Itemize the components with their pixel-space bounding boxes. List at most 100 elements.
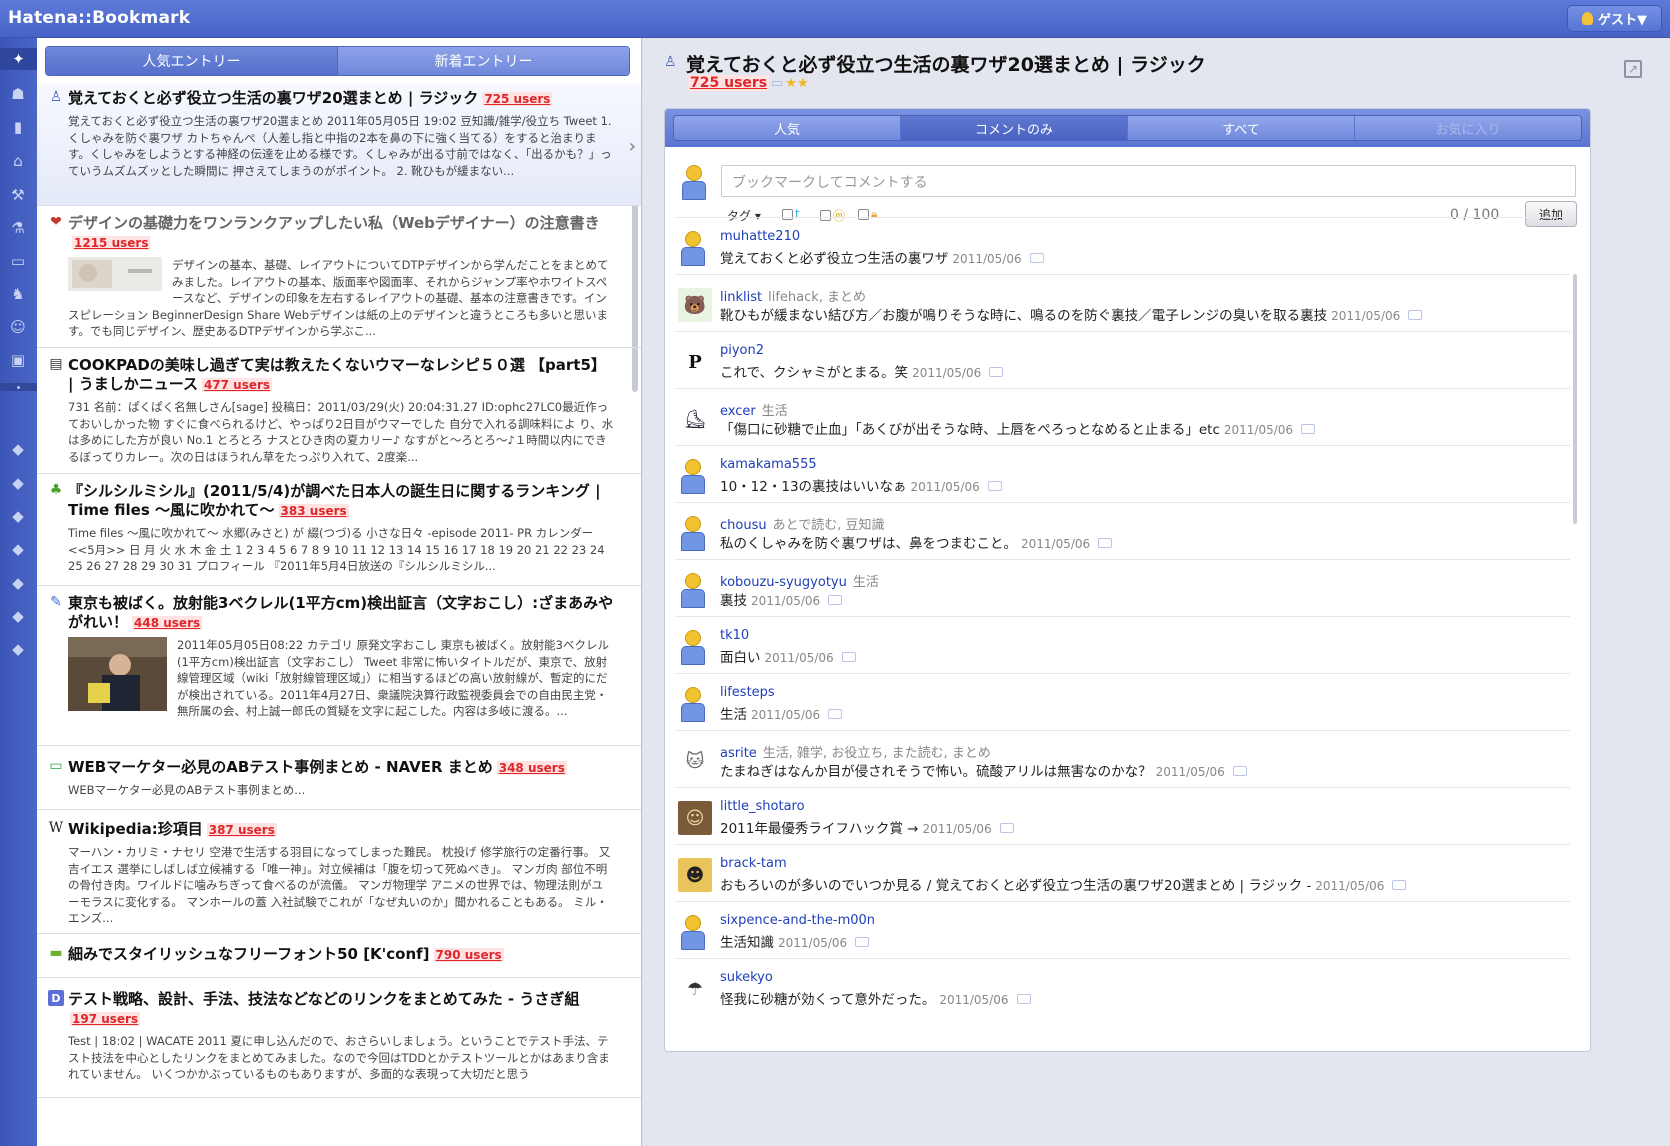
- entry-title[interactable]: 細みでスタイリッシュなフリーフォント50 [K'conf] 790 users: [68, 945, 614, 965]
- avatar[interactable]: [678, 915, 706, 950]
- avatar[interactable]: 🐱: [678, 744, 712, 778]
- list-item[interactable]: ♣ 『シルシルミシル』(2011/5/4)が調べた日本人の誕生日に関するランキン…: [37, 474, 641, 586]
- comment-input[interactable]: ブックマークしてコメントする: [721, 165, 1576, 197]
- app-title[interactable]: Hatena::Bookmark: [8, 8, 190, 28]
- list-item[interactable]: W Wikipedia:珍項目 387 users マーハン・カリミ・ナセリ 空港…: [37, 810, 641, 934]
- users-count-link[interactable]: 387 users: [206, 823, 277, 837]
- add-star-icon[interactable]: [1016, 994, 1031, 1004]
- comment-date[interactable]: 2011/05/06: [751, 708, 820, 722]
- comment-tags[interactable]: 生活: [762, 404, 788, 419]
- avatar[interactable]: ☻: [678, 858, 712, 892]
- add-star-icon[interactable]: [989, 367, 1004, 377]
- list-item[interactable]: ▭ WEBマーケター必見のABテスト事例まとめ - NAVER まとめ 348 u…: [37, 746, 641, 810]
- avatar[interactable]: P: [678, 345, 712, 379]
- avatar[interactable]: ☺: [678, 801, 712, 835]
- comment-date[interactable]: 2011/05/06: [1021, 537, 1090, 551]
- tools-icon[interactable]: ⚒: [7, 184, 29, 206]
- smile-icon[interactable]: ☺: [7, 316, 29, 338]
- users-count-link[interactable]: 448 users: [132, 616, 203, 630]
- users-count-link[interactable]: 477 users: [201, 378, 273, 392]
- add-star-icon[interactable]: [1301, 424, 1316, 434]
- tag-icon[interactable]: ◆: [7, 572, 29, 594]
- tag-icon[interactable]: ◆: [7, 505, 29, 527]
- tab-popular-comments[interactable]: 人気: [674, 116, 901, 140]
- guest-menu-button[interactable]: ゲスト▼: [1567, 5, 1662, 32]
- add-star-icon[interactable]: ▭: [771, 76, 783, 91]
- add-star-icon[interactable]: [1098, 538, 1113, 548]
- username-link[interactable]: asrite: [720, 746, 757, 761]
- comment-date[interactable]: 2011/05/06: [922, 822, 991, 836]
- users-count-link[interactable]: 725 users: [688, 75, 770, 91]
- users-count-link[interactable]: 1215 users: [72, 236, 151, 250]
- star-rating[interactable]: ▭ ★★: [771, 76, 809, 91]
- comment-tags[interactable]: 生活: [853, 575, 879, 590]
- avatar[interactable]: [678, 231, 706, 266]
- entry-title[interactable]: Wikipedia:珍項目 387 users: [68, 820, 614, 840]
- tab-comments-only[interactable]: コメントのみ: [901, 116, 1128, 140]
- users-count-link[interactable]: 197 users: [70, 1012, 141, 1026]
- add-star-icon[interactable]: [999, 823, 1014, 833]
- avatar[interactable]: ☂: [678, 972, 712, 1006]
- username-link[interactable]: kamakama555: [720, 457, 817, 472]
- add-star-icon[interactable]: [828, 595, 843, 605]
- list-item[interactable]: ❤ デザインの基礎力をワンランクアップしたい私（Webデザイナー）の注意書き 12…: [37, 206, 641, 348]
- tag-icon[interactable]: ◆: [7, 605, 29, 627]
- entry-title[interactable]: 覚えておくと必ず役立つ生活の裏ワザ20選まとめ | ラジック 725 users: [68, 89, 614, 109]
- add-star-icon[interactable]: [828, 709, 843, 719]
- entry-title[interactable]: テスト戦略、設計、手法、技法などなどのリンクをまとめてみた - うさぎ組 197 …: [68, 990, 614, 1029]
- entry-title[interactable]: 東京も被ばく。放射能3ベクレル(1平方cm)検出証言（文字おこし）:ざまあみやが…: [68, 594, 614, 633]
- tag-icon[interactable]: ◆: [7, 538, 29, 560]
- comment-date[interactable]: 2011/05/06: [751, 594, 820, 608]
- home-icon[interactable]: ⌂: [7, 150, 29, 172]
- avatar[interactable]: ⛸: [678, 402, 712, 436]
- add-star-icon[interactable]: [1392, 880, 1407, 890]
- add-star-icon[interactable]: [1029, 253, 1044, 263]
- username-link[interactable]: piyon2: [720, 343, 764, 358]
- username-link[interactable]: sukekyo: [720, 970, 773, 985]
- avatar[interactable]: [678, 687, 706, 722]
- list-item[interactable]: ▬ 細みでスタイリッシュなフリーフォント50 [K'conf] 790 users: [37, 934, 641, 978]
- users-count-link[interactable]: 790 users: [433, 948, 504, 962]
- comment-date[interactable]: 2011/05/06: [1315, 879, 1384, 893]
- comment-date[interactable]: 2011/05/06: [1156, 765, 1225, 779]
- tab-favorites[interactable]: お気に入り: [1355, 116, 1581, 140]
- hot-entries-icon[interactable]: ✦: [0, 48, 37, 70]
- tab-all[interactable]: すべて: [1128, 116, 1355, 140]
- community-icon[interactable]: ☗: [7, 83, 29, 105]
- detail-title[interactable]: 覚えておくと必ず役立つ生活の裏ワザ20選まとめ | ラジック: [686, 50, 1206, 77]
- computer-icon[interactable]: ▭: [7, 250, 29, 272]
- add-star-icon[interactable]: [841, 652, 856, 662]
- users-count-link[interactable]: 348 users: [496, 761, 567, 775]
- username-link[interactable]: little_shotaro: [720, 799, 805, 814]
- users-count-link[interactable]: 383 users: [278, 504, 349, 518]
- username-link[interactable]: brack-tam: [720, 856, 787, 871]
- external-link-icon[interactable]: ↗: [1624, 60, 1642, 78]
- avatar[interactable]: [678, 630, 706, 665]
- users-count-link[interactable]: 725 users: [482, 92, 553, 106]
- tag-icon[interactable]: ◆: [7, 638, 29, 660]
- avatar[interactable]: 🐻: [678, 288, 712, 322]
- comment-date[interactable]: 2011/05/06: [911, 480, 980, 494]
- comment-tags[interactable]: lifehack, まとめ: [768, 290, 866, 305]
- avatar[interactable]: [678, 459, 706, 494]
- comments-scrollbar[interactable]: [1573, 274, 1577, 524]
- comment-date[interactable]: 2011/05/06: [939, 993, 1008, 1007]
- tag-icon[interactable]: ◆: [7, 472, 29, 494]
- profile-icon[interactable]: ▣: [7, 349, 29, 371]
- list-item[interactable]: ♙ 覚えておくと必ず役立つ生活の裏ワザ20選まとめ | ラジック 725 user…: [37, 84, 641, 206]
- username-link[interactable]: chousu: [720, 518, 767, 533]
- username-link[interactable]: muhatte210: [720, 229, 800, 244]
- chart-icon[interactable]: ▮: [7, 116, 29, 138]
- avatar[interactable]: [678, 516, 706, 551]
- entry-title[interactable]: デザインの基礎力をワンランクアップしたい私（Webデザイナー）の注意書き 1215…: [68, 214, 614, 253]
- list-item[interactable]: ▤ COOKPADの美味し過ぎて実は教えたくないウマーなレシピ５０選 【part…: [37, 348, 641, 474]
- comment-tags[interactable]: 生活, 雑学, お役立ち, また読む, まとめ: [763, 746, 991, 761]
- add-star-icon[interactable]: [1408, 310, 1423, 320]
- username-link[interactable]: kobouzu-syugyotyu: [720, 575, 847, 590]
- tag-icon[interactable]: ◆: [7, 438, 29, 460]
- tab-popular[interactable]: 人気エントリー: [46, 47, 338, 75]
- username-link[interactable]: lifesteps: [720, 685, 775, 700]
- username-link[interactable]: excer: [720, 404, 756, 419]
- comment-tags[interactable]: あとで読む, 豆知識: [773, 518, 885, 533]
- add-star-icon[interactable]: [855, 937, 870, 947]
